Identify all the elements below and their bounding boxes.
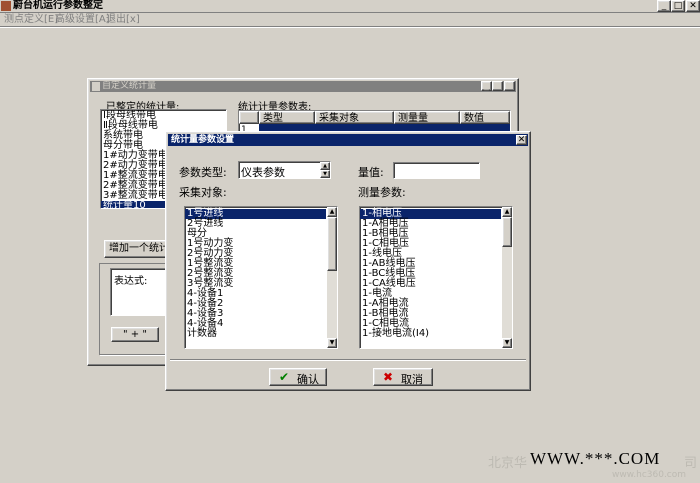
minimize-button[interactable]: _ bbox=[657, 0, 671, 12]
watermark-company: 北京华 bbox=[488, 456, 528, 471]
plus-button[interactable]: " + " bbox=[111, 327, 159, 342]
menu-bar: 测点定义[E] 高级设置[A] 退出[x] bbox=[0, 13, 700, 26]
dialog-close-button[interactable]: ✕ bbox=[516, 135, 527, 145]
list-item[interactable]: 2号进线 bbox=[185, 219, 337, 229]
ok-button[interactable]: ✔ 确认 bbox=[269, 368, 327, 386]
close-button[interactable]: ✕ bbox=[686, 0, 700, 12]
scroll-down-arrow[interactable]: ▼ bbox=[327, 338, 337, 348]
param-dialog: 统计量参数设置 ✕ 参数类型: 仪表参数 ▲ ▼ 量值: 采集对象: 1号进线 … bbox=[165, 131, 531, 391]
menu-item-advanced[interactable]: 高级设置[A] bbox=[55, 13, 110, 26]
measure-param-label: 测量参数: bbox=[358, 186, 406, 199]
main-titlebar: 蔚台机运行参数整定 _ □ ✕ bbox=[0, 0, 700, 13]
cancel-button[interactable]: ✖ 取消 bbox=[373, 368, 433, 386]
dialog-title: 统计量参数设置 bbox=[171, 135, 235, 145]
watermark-sub: www.hc360.com bbox=[612, 470, 687, 480]
spin-up-button[interactable]: ▲ bbox=[320, 162, 330, 170]
scroll-up-arrow[interactable]: ▲ bbox=[502, 207, 512, 217]
check-icon: ✔ bbox=[278, 370, 290, 384]
table-header-value[interactable]: 数值 bbox=[460, 111, 510, 124]
measure-scrollbar[interactable]: ▲ ▼ bbox=[502, 207, 512, 348]
collect-object-list[interactable]: 1号进线 2号进线 母分 1号动力变 2号动力变 1号整流变 2号整流变 3号整… bbox=[184, 206, 338, 349]
expression-label: 表达式: bbox=[114, 276, 148, 287]
value-input[interactable] bbox=[393, 162, 480, 179]
dialog-titlebar: 统计量参数设置 ✕ bbox=[168, 134, 528, 146]
list-item[interactable]: 1-接地电流(I4) bbox=[360, 329, 512, 339]
stat-window-icon bbox=[92, 82, 100, 91]
menu-item-define[interactable]: 测点定义[E] bbox=[4, 13, 58, 26]
cross-icon: ✖ bbox=[382, 370, 394, 384]
spin-down-button[interactable]: ▼ bbox=[320, 170, 330, 178]
dialog-bottom-separator bbox=[170, 359, 526, 361]
scroll-thumb[interactable] bbox=[502, 217, 512, 247]
param-type-value: 仪表参数 bbox=[241, 166, 285, 179]
menu-separator bbox=[0, 26, 700, 28]
main-title: 蔚台机运行参数整定 bbox=[13, 0, 103, 11]
add-stat-button[interactable]: 增加一个统计 bbox=[104, 240, 172, 258]
param-type-label: 参数类型: bbox=[179, 166, 227, 179]
watermark-url: WWW.***.COM bbox=[530, 449, 661, 468]
stat-minimize-button[interactable]: _ bbox=[481, 81, 492, 91]
table-header-object[interactable]: 采集对象 bbox=[315, 111, 394, 124]
table-header-type[interactable]: 类型 bbox=[259, 111, 315, 124]
stat-maximize-button[interactable]: □ bbox=[492, 81, 503, 91]
scroll-up-arrow[interactable]: ▲ bbox=[327, 207, 337, 217]
menu-item-exit[interactable]: 退出[x] bbox=[106, 13, 140, 26]
table-header-measure[interactable]: 测量量 bbox=[394, 111, 460, 124]
value-label: 量值: bbox=[358, 166, 384, 179]
app-icon bbox=[1, 1, 11, 11]
collect-object-label: 采集对象: bbox=[179, 186, 227, 199]
scroll-thumb[interactable] bbox=[327, 217, 337, 271]
cancel-button-label: 取消 bbox=[401, 373, 423, 386]
param-type-select[interactable]: 仪表参数 ▲ ▼ bbox=[238, 161, 331, 179]
collect-scrollbar[interactable]: ▲ ▼ bbox=[327, 207, 337, 348]
list-item[interactable]: 计数器 bbox=[185, 329, 337, 339]
stat-titlebar: 自定义统计量 _ □ ✕ bbox=[90, 81, 516, 92]
scroll-down-arrow[interactable]: ▼ bbox=[502, 338, 512, 348]
maximize-button[interactable]: □ bbox=[671, 0, 685, 12]
ok-button-label: 确认 bbox=[297, 373, 319, 386]
watermark-company-tail: 司 bbox=[684, 456, 698, 471]
measure-param-list[interactable]: 1-相电压 1-A相电压 1-B相电压 1-C相电压 1-线电压 1-AB线电压… bbox=[359, 206, 513, 349]
stat-close-button[interactable]: ✕ bbox=[504, 81, 515, 91]
stat-window-title: 自定义统计量 bbox=[102, 81, 157, 91]
table-corner bbox=[239, 111, 259, 124]
